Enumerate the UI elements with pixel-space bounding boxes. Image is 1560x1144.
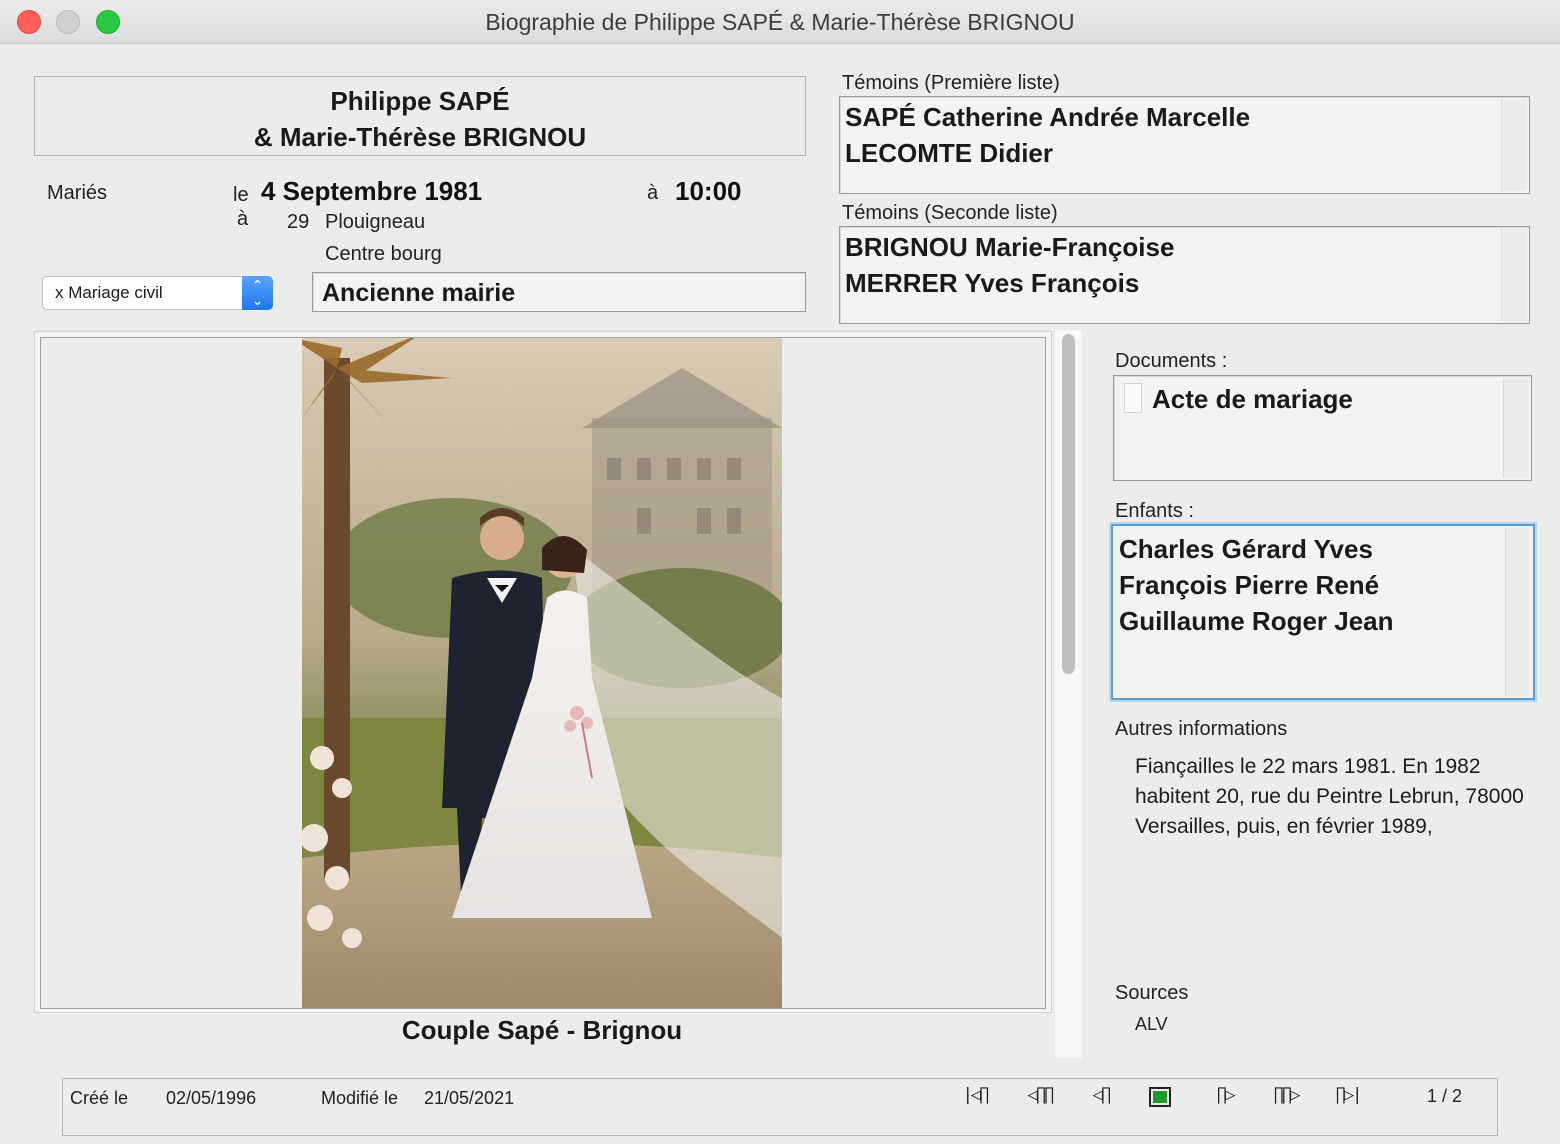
marriage-date[interactable]: 4 Septembre 1981 (261, 176, 482, 207)
scrollbar[interactable] (1503, 378, 1529, 478)
children-label: Enfants : (1115, 500, 1194, 522)
sources-label: Sources (1115, 982, 1189, 1004)
town-name[interactable]: Plouigneau (325, 211, 425, 234)
previous-record-button[interactable]: ◁∏ (1081, 1085, 1121, 1109)
marriage-time[interactable]: 10:00 (675, 176, 742, 207)
department-number: 29 (287, 211, 310, 233)
witnesses-second-list[interactable]: BRIGNOU Marie-Françoise MERRER Yves Fran… (839, 226, 1530, 324)
photo-scrollbar[interactable] (1055, 330, 1082, 1058)
date-prefix-label: le (233, 184, 249, 206)
previous-page-button[interactable]: ◁∏∏ (1017, 1085, 1063, 1109)
married-label: Mariés (47, 182, 108, 204)
window-title: Biographie de Philippe SAPÉ & Marie-Thér… (485, 9, 1075, 35)
documents-list[interactable]: Acte de mariage (1113, 375, 1532, 481)
modified-date: 21/05/2021 (424, 1088, 515, 1108)
document-icon (1124, 383, 1142, 413)
title-bar: Biographie de Philippe SAPÉ & Marie-Thér… (0, 0, 1560, 44)
other-info-text[interactable]: Fiançailles le 22 mars 1981. En 1982 hab… (1135, 752, 1545, 842)
list-item[interactable]: Charles Gérard Yves (1119, 531, 1533, 567)
marriage-type-select[interactable]: x Mariage civil ⌃ ⌄ (42, 276, 273, 310)
other-info-label: Autres informations (1115, 718, 1288, 740)
list-item[interactable]: MERRER Yves François (845, 265, 1529, 301)
list-item[interactable]: Acte de mariage (1152, 381, 1531, 417)
current-record-icon[interactable] (1149, 1087, 1171, 1107)
wife-name: & Marie-Thérèse BRIGNOU (253, 122, 587, 152)
children-list[interactable]: Charles Gérard Yves François Pierre René… (1111, 524, 1535, 700)
witnesses-first-label: Témoins (Première liste) (842, 72, 1060, 94)
sources-text[interactable]: ALV (1135, 1014, 1168, 1035)
wedding-photo (302, 338, 782, 1008)
last-record-button[interactable]: ∏▷| (1325, 1085, 1371, 1109)
photo-frame (34, 331, 1052, 1013)
record-footer: Créé le 02/05/1996 Modifié le 21/05/2021… (62, 1078, 1498, 1136)
documents-label: Documents : (1115, 350, 1228, 372)
husband-name: Philippe SAPÉ (330, 86, 510, 116)
list-item[interactable]: SAPÉ Catherine Andrée Marcelle (845, 99, 1529, 135)
photo-caption: Couple Sapé - Brignou (401, 1015, 683, 1045)
couple-names-box: Philippe SAPÉ & Marie-Thérèse BRIGNOU (34, 76, 806, 156)
place-prefix-label: à (237, 208, 249, 230)
created-label: Créé le (70, 1088, 129, 1108)
locality-name: Centre bourg (325, 243, 442, 265)
list-item[interactable]: BRIGNOU Marie-Françoise (845, 229, 1529, 265)
time-prefix-label: à (647, 182, 659, 204)
photo-area[interactable] (40, 337, 1046, 1009)
next-record-button[interactable]: ∏▷ (1205, 1085, 1245, 1109)
scrollbar[interactable] (1501, 229, 1527, 321)
list-item[interactable]: François Pierre René (1119, 567, 1533, 603)
chevron-up-down-icon[interactable]: ⌃ ⌄ (242, 276, 273, 310)
scrollbar[interactable] (1505, 528, 1531, 696)
next-page-button[interactable]: ∏∏▷ (1263, 1085, 1309, 1109)
page-indicator: 1 / 2 (1427, 1086, 1463, 1106)
witnesses-second-label: Témoins (Seconde liste) (842, 202, 1058, 224)
marriage-type-value: x Mariage civil (55, 283, 163, 302)
scrollbar-thumb[interactable] (1062, 334, 1075, 674)
scrollbar[interactable] (1501, 99, 1527, 191)
place-detail-field[interactable]: Ancienne mairie (312, 272, 806, 312)
modified-label: Modifié le (321, 1088, 399, 1108)
witnesses-first-list[interactable]: SAPÉ Catherine Andrée Marcelle LECOMTE D… (839, 96, 1530, 194)
created-date: 02/05/1996 (166, 1088, 257, 1108)
first-record-button[interactable]: |◁∏ (953, 1085, 997, 1109)
list-item[interactable]: Guillaume Roger Jean (1119, 603, 1533, 639)
list-item[interactable]: LECOMTE Didier (845, 135, 1529, 171)
